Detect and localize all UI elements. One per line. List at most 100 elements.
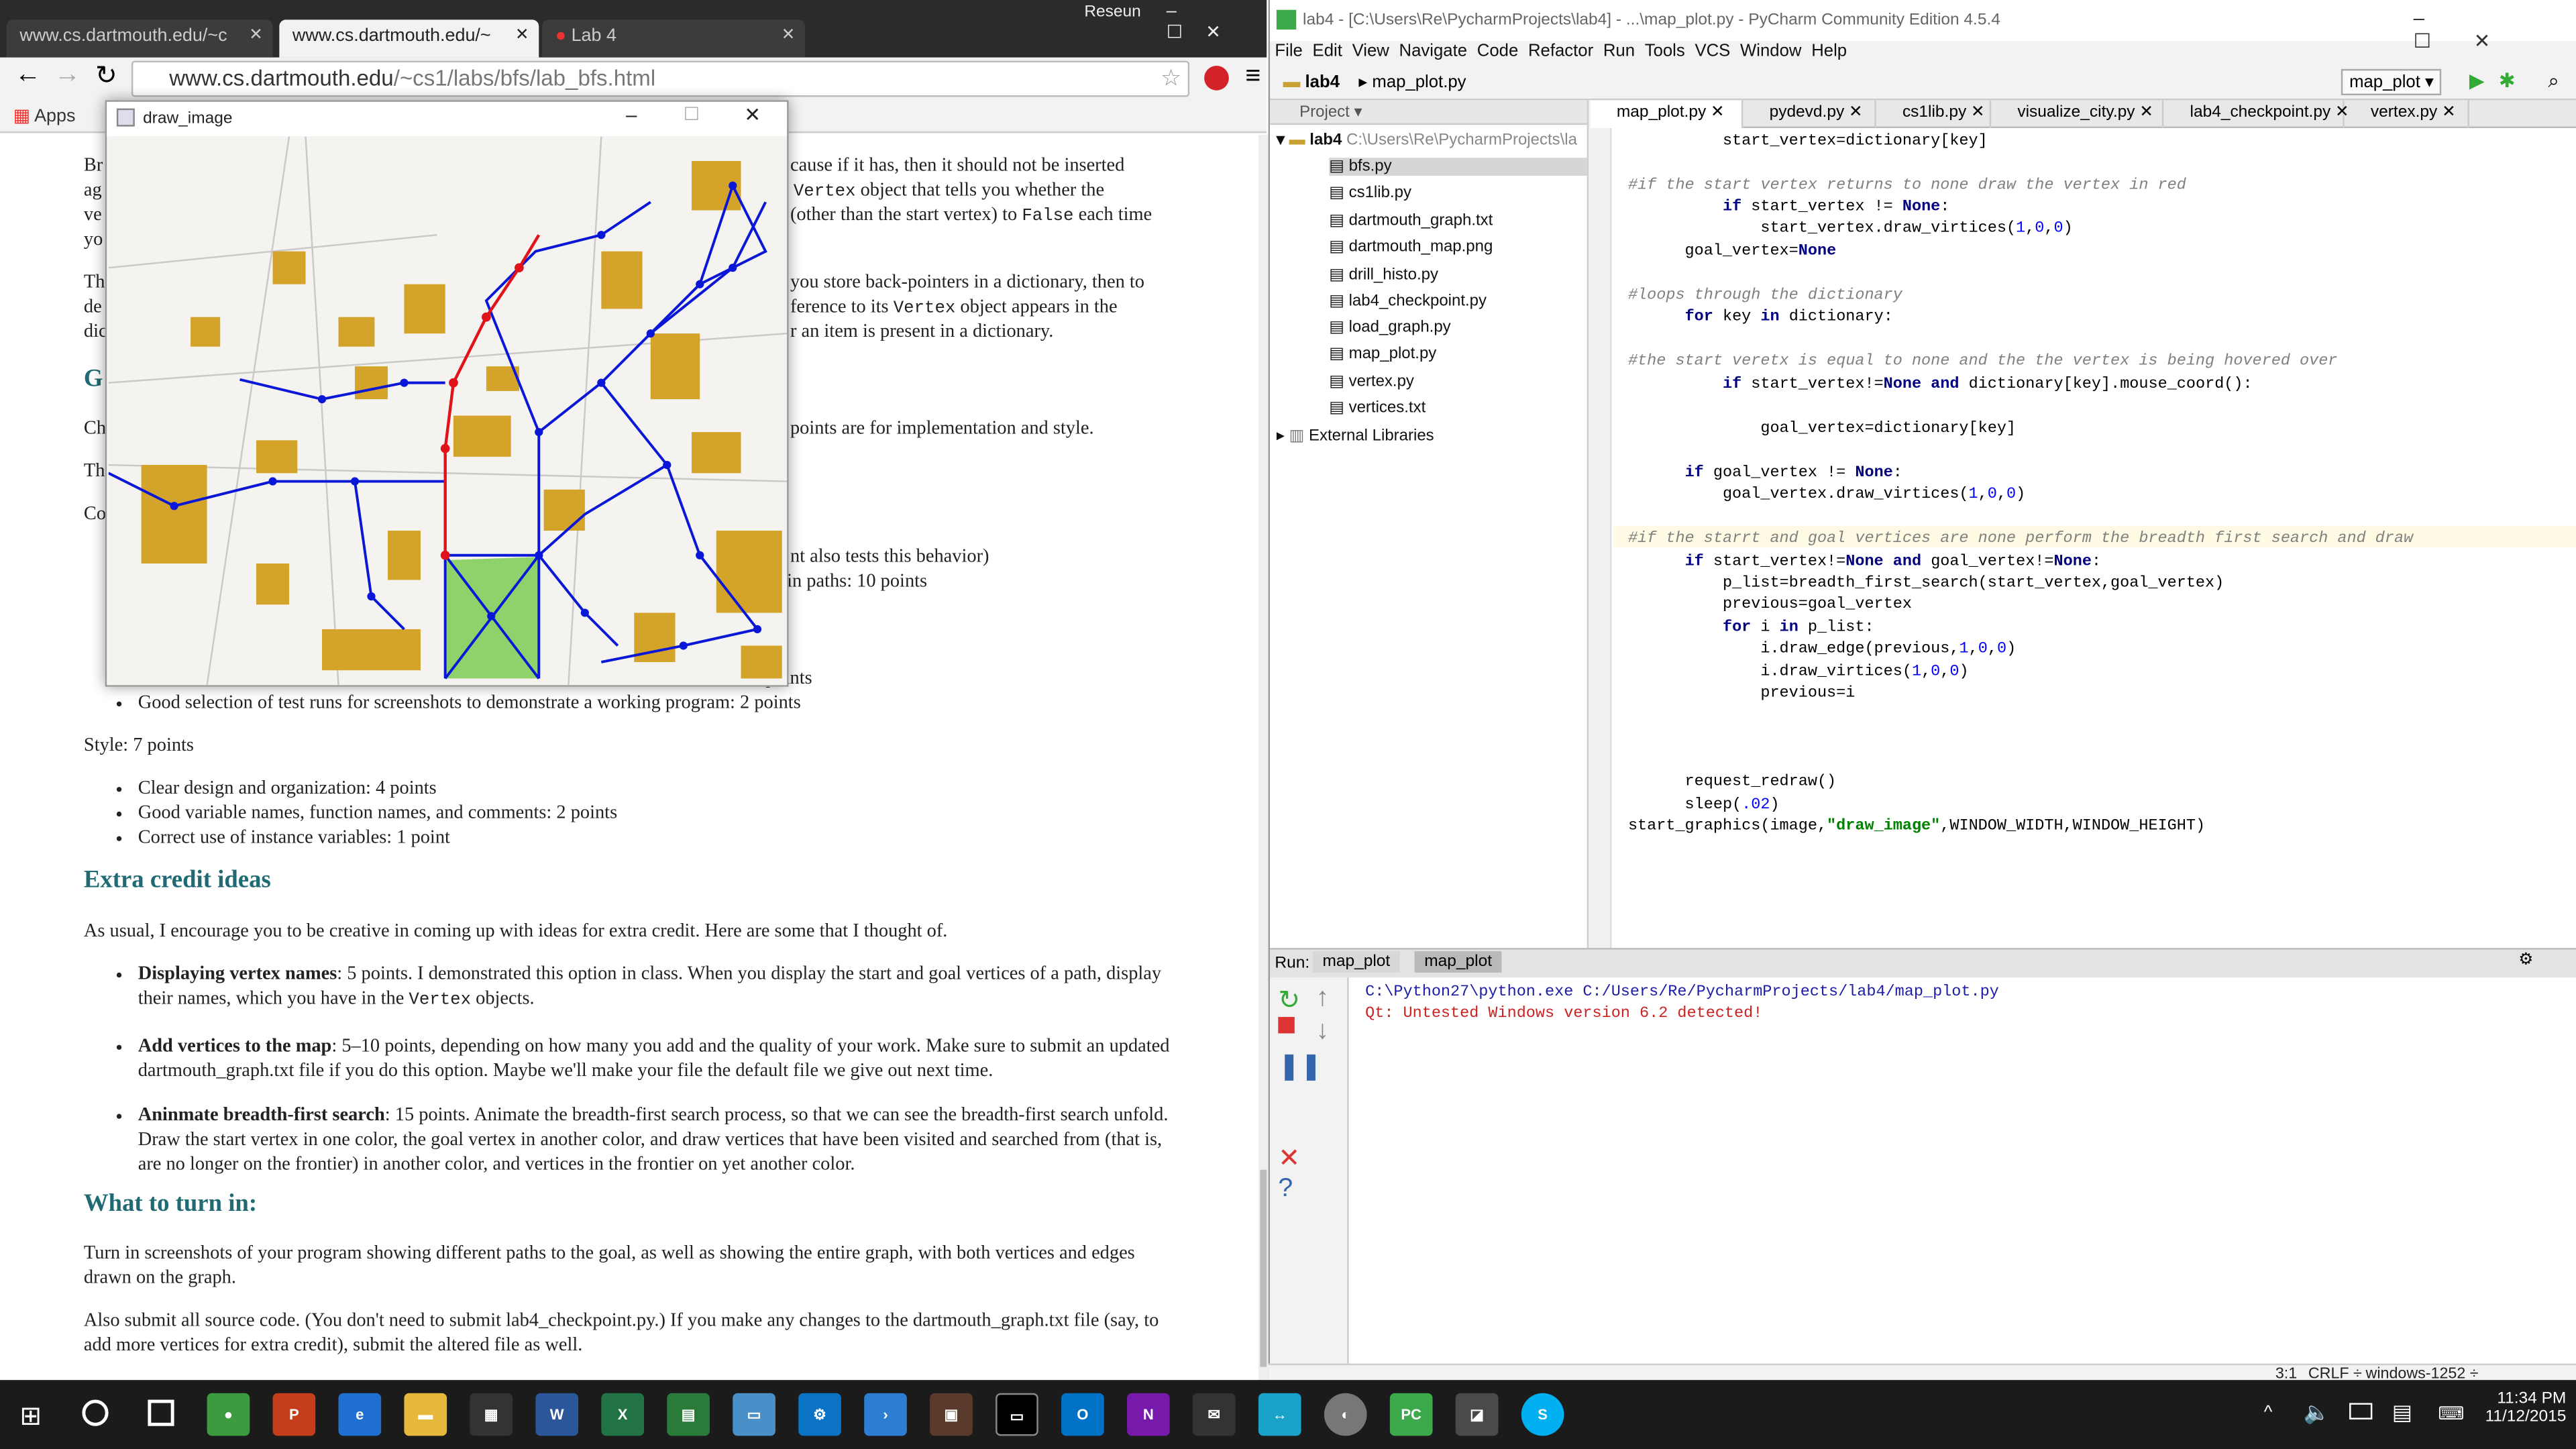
page-scrollbar[interactable] bbox=[1258, 134, 1269, 1381]
scrollbar-thumb[interactable] bbox=[1260, 1169, 1267, 1367]
campus-map-canvas[interactable] bbox=[108, 136, 788, 686]
address-bar[interactable]: www.cs.dartmouth.edu/~cs1/labs/bfs/lab_b… bbox=[131, 60, 1190, 97]
edge-app-icon[interactable]: e bbox=[338, 1393, 382, 1436]
profile-name[interactable]: Reseun bbox=[1084, 3, 1140, 21]
menu-icon[interactable]: ≡ bbox=[1245, 62, 1260, 92]
tab-cs1lib[interactable]: cs1lib.py ✕ bbox=[1876, 100, 1992, 129]
tree-file[interactable]: ▤ cs1lib.py bbox=[1329, 184, 1411, 202]
tab-lab4-checkpoint[interactable]: lab4_checkpoint.py ✕ bbox=[2163, 100, 2349, 129]
menu-help[interactable]: Help bbox=[1811, 41, 1847, 60]
excel-app-icon[interactable]: X bbox=[601, 1393, 645, 1436]
windows-start-icon[interactable]: ⊞ bbox=[19, 1400, 42, 1433]
tree-file[interactable]: ▤ vertex.py bbox=[1329, 373, 1414, 391]
menu-vcs[interactable]: VCS bbox=[1695, 41, 1730, 60]
menu-refactor[interactable]: Refactor bbox=[1528, 41, 1593, 60]
run-tab[interactable]: map_plot bbox=[1312, 951, 1400, 973]
debug-icon[interactable]: ✱ bbox=[2499, 69, 2516, 92]
settings-app-icon[interactable]: ⚙ bbox=[798, 1393, 841, 1436]
tree-file[interactable]: ▤ bfs.py bbox=[1329, 158, 1587, 176]
battery-icon[interactable] bbox=[2349, 1403, 2373, 1419]
settings-icon[interactable]: ⚙ bbox=[2518, 951, 2533, 969]
close-icon[interactable]: ✕ bbox=[782, 26, 796, 44]
tree-file[interactable]: ▤ dartmouth_graph.txt bbox=[1329, 212, 1493, 230]
stop-icon[interactable] bbox=[1278, 1016, 1295, 1034]
powerpoint-app-icon[interactable]: P bbox=[272, 1393, 316, 1436]
tab-lab4[interactable]: ● Lab 4 ✕ bbox=[542, 19, 806, 58]
teamviewer-app-icon[interactable]: ↔ bbox=[1258, 1393, 1301, 1436]
tree-file[interactable]: ▤ vertices.txt bbox=[1329, 399, 1426, 417]
tab-map-plot[interactable]: map_plot.py ✕ bbox=[1590, 100, 1743, 129]
clock[interactable]: 11:34 PM 11/12/2015 bbox=[2474, 1390, 2567, 1426]
terminal-app-icon[interactable]: ▭ bbox=[996, 1393, 1038, 1436]
tree-root[interactable]: ▾ ▬ lab4 C:\Users\Re\PycharmProjects\la bbox=[1277, 131, 1577, 150]
media-app-icon[interactable]: ▣ bbox=[930, 1393, 973, 1436]
pause-icon[interactable]: ❚❚ bbox=[1278, 1050, 1322, 1083]
notification-icon[interactable]: ▤ bbox=[2392, 1400, 2412, 1426]
python-app-icon[interactable]: ◐ bbox=[1324, 1393, 1367, 1436]
menu-tools[interactable]: Tools bbox=[1645, 41, 1685, 60]
task-view-icon[interactable] bbox=[148, 1399, 174, 1426]
back-icon[interactable]: ← bbox=[15, 61, 41, 91]
apps-link[interactable]: Apps bbox=[34, 107, 75, 126]
search-icon[interactable]: ⌕ bbox=[2548, 69, 2559, 94]
monitor-app-icon[interactable]: ▭ bbox=[733, 1393, 775, 1436]
maximize-icon[interactable]: ☐ bbox=[684, 103, 700, 125]
rerun-icon[interactable]: ↻ bbox=[1278, 984, 1300, 1017]
volume-icon[interactable]: 🔈 bbox=[2303, 1400, 2330, 1426]
pycharm-app-icon[interactable]: PC bbox=[1389, 1393, 1433, 1436]
outlook-app-icon[interactable]: O bbox=[1061, 1393, 1104, 1436]
menu-edit[interactable]: Edit bbox=[1313, 41, 1342, 60]
cortana-icon[interactable] bbox=[82, 1399, 109, 1426]
menu-code[interactable]: Code bbox=[1477, 41, 1518, 60]
tab-visualize-city[interactable]: visualize_city.py ✕ bbox=[1991, 100, 2164, 129]
menu-view[interactable]: View bbox=[1352, 41, 1389, 60]
tree-file[interactable]: ▤ load_graph.py bbox=[1329, 319, 1450, 337]
menu-window[interactable]: Window bbox=[1740, 41, 1801, 60]
tree-external-libraries[interactable]: ▸ ▥ External Libraries bbox=[1277, 427, 1434, 445]
extension-icon[interactable] bbox=[1204, 65, 1229, 91]
menu-run[interactable]: Run bbox=[1603, 41, 1635, 60]
file-explorer-icon[interactable]: ▬ bbox=[404, 1393, 447, 1436]
down-icon[interactable]: ↓ bbox=[1316, 1017, 1330, 1046]
menu-navigate[interactable]: Navigate bbox=[1399, 41, 1468, 60]
project-app-icon[interactable]: ▤ bbox=[667, 1393, 710, 1436]
tab-pydevd[interactable]: pydevd.py ✕ bbox=[1743, 100, 1876, 129]
word-app-icon[interactable]: W bbox=[535, 1393, 579, 1436]
up-icon[interactable]: ↑ bbox=[1316, 984, 1330, 1014]
star-icon[interactable]: ☆ bbox=[1161, 64, 1181, 93]
run-config-select[interactable]: map_plot ▾ bbox=[2341, 68, 2443, 96]
forward-icon[interactable]: → bbox=[54, 61, 80, 91]
tab-vertex[interactable]: vertex.py ✕ bbox=[2345, 100, 2469, 129]
minimize-icon[interactable]: – bbox=[626, 103, 637, 126]
chevron-up-icon[interactable]: ^ bbox=[2264, 1403, 2273, 1422]
project-panel-header[interactable]: Project ▾ bbox=[1270, 100, 1587, 125]
run-icon[interactable]: ▶ bbox=[2469, 69, 2485, 92]
tree-file[interactable]: ▤ drill_histo.py bbox=[1329, 266, 1438, 284]
apps-icon[interactable]: ▦ bbox=[13, 107, 30, 126]
chrome-app-icon[interactable]: ● bbox=[207, 1393, 250, 1436]
powershell-app-icon[interactable]: › bbox=[864, 1393, 907, 1436]
tree-file[interactable]: ▤ lab4_checkpoint.py bbox=[1329, 292, 1487, 311]
window-controls[interactable]: –☐✕ bbox=[1167, 1, 1267, 42]
draw-image-app-icon[interactable]: ◪ bbox=[1455, 1393, 1499, 1436]
close-icon[interactable]: ✕ bbox=[249, 26, 263, 44]
run-tab-active[interactable]: map_plot bbox=[1414, 951, 1502, 973]
tab-cs-1[interactable]: www.cs.dartmouth.edu/~c ✕ bbox=[6, 19, 273, 58]
mail-app-icon[interactable]: ✉ bbox=[1192, 1393, 1236, 1436]
onenote-app-icon[interactable]: N bbox=[1127, 1393, 1170, 1436]
keyboard-icon[interactable]: ⌨ bbox=[2438, 1403, 2464, 1424]
close-icon[interactable]: ✕ bbox=[1278, 1142, 1300, 1175]
window-title-bar[interactable]: draw_image – ☐ ✕ bbox=[107, 101, 788, 137]
tree-file[interactable]: ▤ dartmouth_map.png bbox=[1329, 238, 1493, 256]
breadcrumb-project[interactable]: ▬ lab4 bbox=[1283, 72, 1340, 92]
menu-file[interactable]: File bbox=[1275, 41, 1302, 60]
code-editor[interactable]: start_vertex=dictionary[key] #if the sta… bbox=[1590, 128, 2576, 949]
draw-image-window[interactable]: draw_image – ☐ ✕ bbox=[105, 100, 789, 687]
reload-icon[interactable]: ↻ bbox=[95, 59, 117, 92]
close-icon[interactable]: ✕ bbox=[744, 103, 761, 126]
breadcrumb-file[interactable]: ▸ map_plot.py bbox=[1358, 72, 1466, 92]
help-icon[interactable]: ? bbox=[1278, 1175, 1293, 1204]
store-app-icon[interactable]: ▦ bbox=[470, 1393, 513, 1436]
tab-cs-2[interactable]: www.cs.dartmouth.edu/~ ✕ bbox=[279, 19, 539, 58]
tree-file[interactable]: ▤ map_plot.py bbox=[1329, 345, 1436, 363]
